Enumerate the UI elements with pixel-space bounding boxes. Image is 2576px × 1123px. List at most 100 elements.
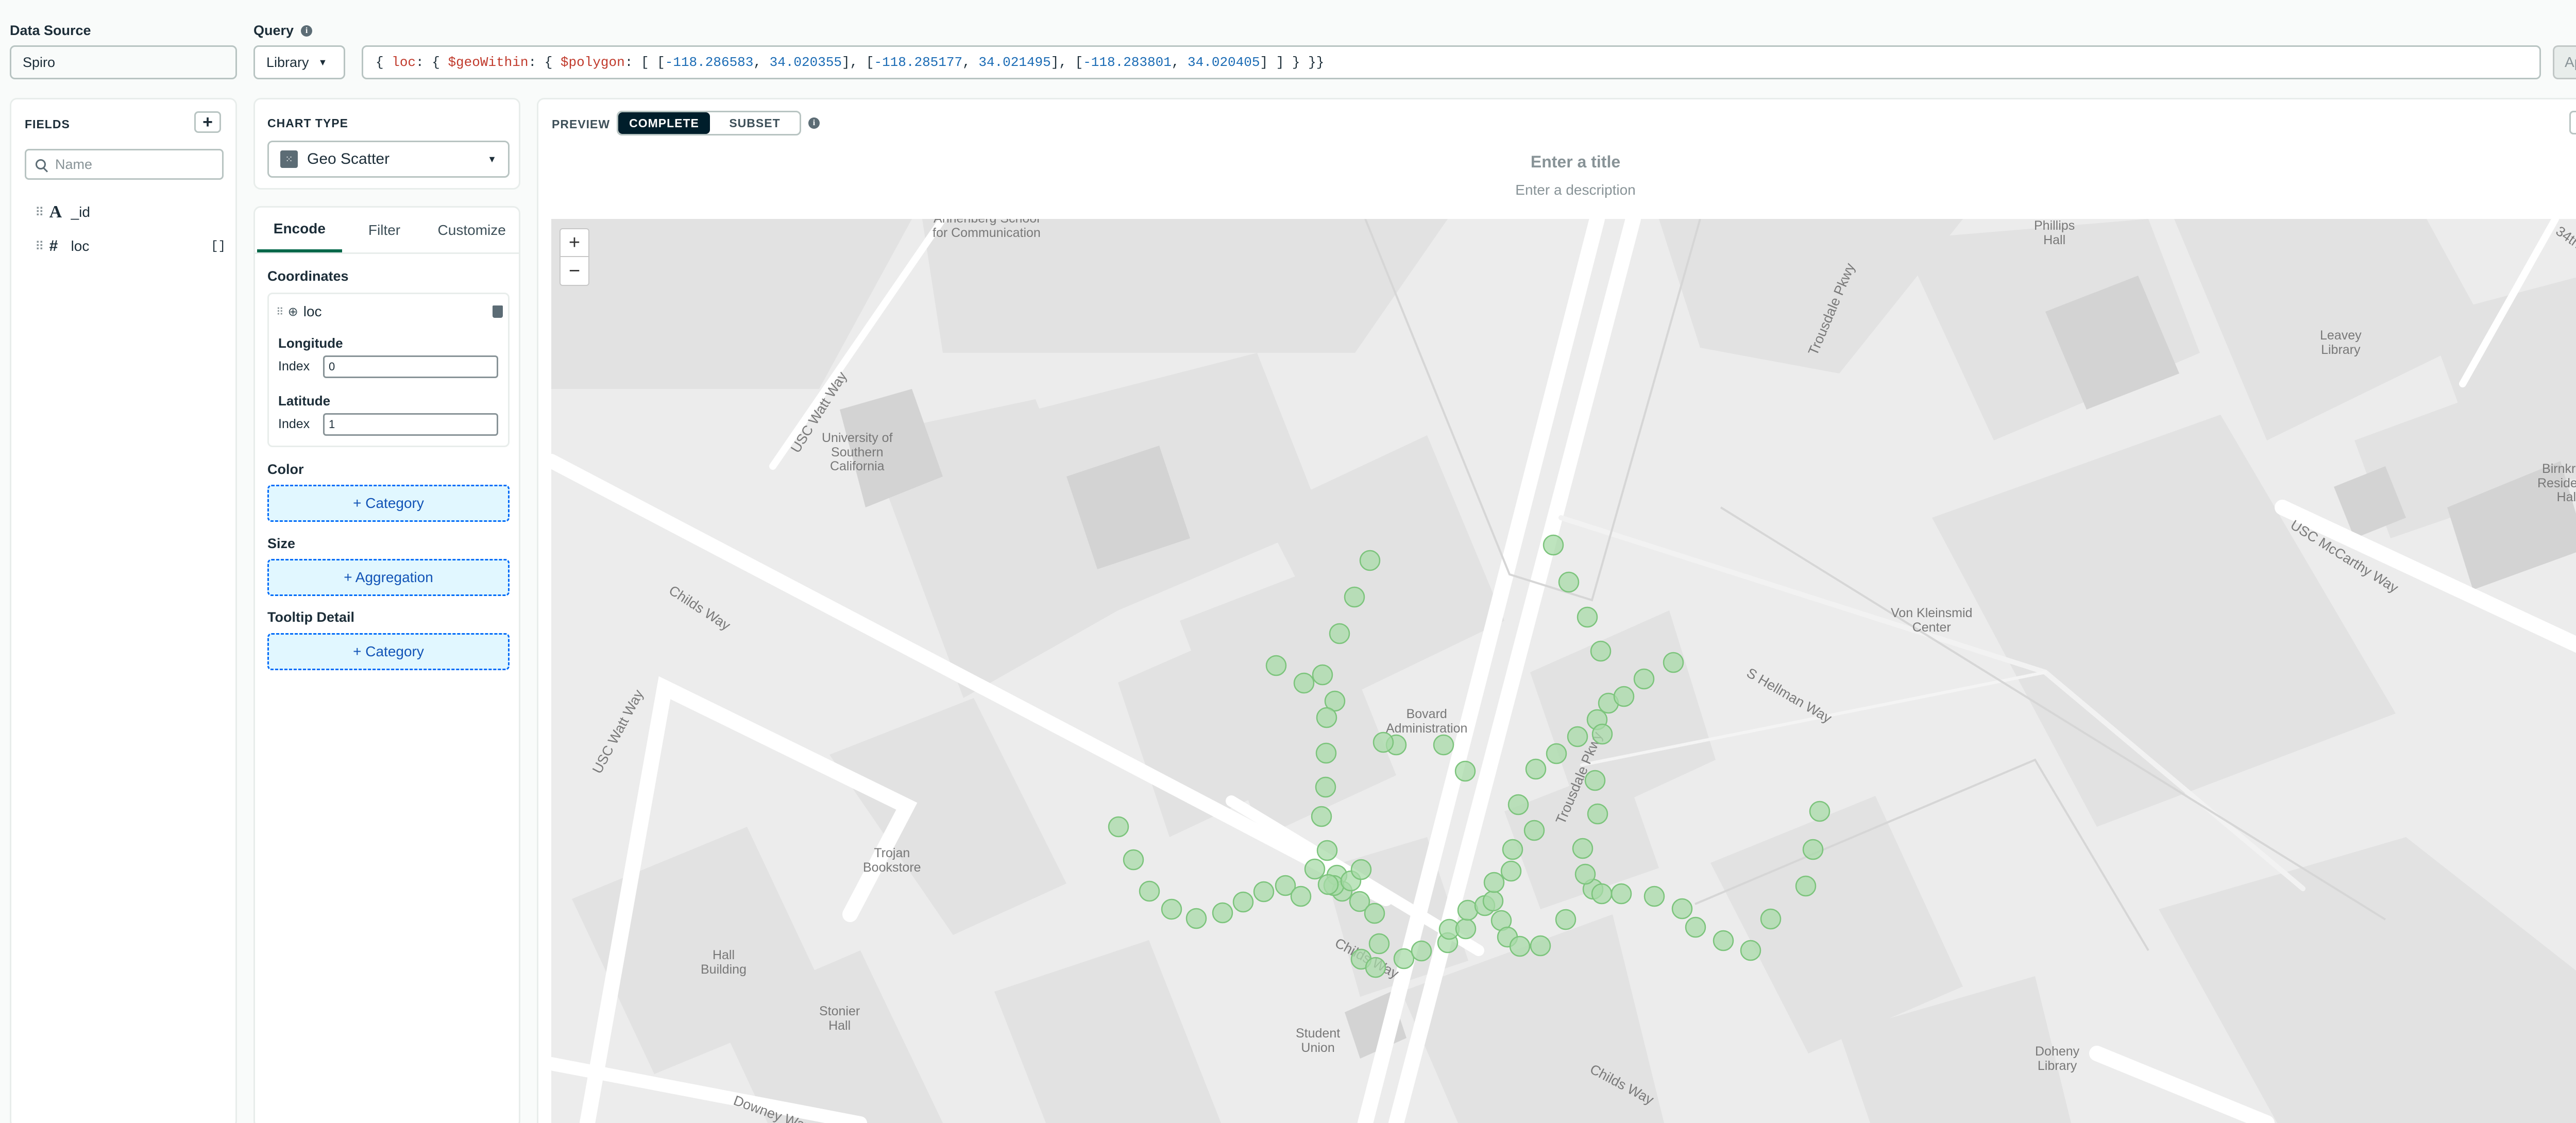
query-brace: { xyxy=(376,55,392,70)
place-label-line: Union xyxy=(1301,1040,1335,1055)
encode-tabs: Encode Filter Customize xyxy=(255,208,519,254)
query-label: Query i xyxy=(253,23,313,39)
library-label: Library xyxy=(266,54,309,70)
info-icon[interactable]: i xyxy=(301,25,313,37)
info-icon[interactable]: i xyxy=(808,117,820,129)
chart-title-input[interactable]: Enter a title xyxy=(538,152,2576,172)
place-label-line: Library xyxy=(2321,342,2361,357)
longitude-index-input[interactable]: 0 xyxy=(323,355,498,378)
chart-description-input[interactable]: Enter a description xyxy=(538,182,2576,198)
data-source-field[interactable]: Spiro xyxy=(10,45,237,79)
chart-type-select[interactable]: ⁙ Geo Scatter ▼ xyxy=(267,141,510,178)
query-number: -118.283801 xyxy=(1083,55,1172,70)
tooltip-label: Tooltip Detail xyxy=(267,609,354,625)
query-number: -118.286583 xyxy=(665,55,754,70)
mode-complete-button[interactable]: COMPLETE xyxy=(618,112,710,134)
color-drop-zone[interactable]: + Category xyxy=(267,485,510,522)
place-label: Von Kleinsmid Center xyxy=(1891,606,1972,635)
array-icon: [] xyxy=(211,239,226,253)
plus-icon: + xyxy=(202,112,213,132)
query-number: -118.285177 xyxy=(874,55,963,70)
query-end: ] ] } }} xyxy=(1260,55,1325,70)
place-label-line: Birnkrant xyxy=(2542,462,2576,476)
place-label-line: University of xyxy=(822,431,893,445)
drag-handle-icon[interactable]: ⠿ xyxy=(276,305,284,318)
mode-subset-button[interactable]: SUBSET xyxy=(710,112,800,134)
zoom-out-button[interactable]: − xyxy=(561,257,588,285)
latitude-label: Latitude xyxy=(278,393,331,409)
library-dropdown[interactable]: Library ▼ xyxy=(253,45,345,79)
field-item-id[interactable]: ⠿ A _id xyxy=(35,202,226,222)
coordinate-field-name: loc xyxy=(303,303,322,319)
place-label: Stonier Hall xyxy=(819,1004,860,1033)
query-field: loc xyxy=(392,55,416,70)
query-number: 34.020355 xyxy=(769,55,842,70)
place-label-line: Trojan xyxy=(874,846,910,860)
coordinate-field-row[interactable]: ⠿ ⊕ loc xyxy=(276,303,503,320)
fields-panel: FIELDS + Name ⠿ A _id ⠿ # loc [] xyxy=(10,98,237,1123)
drag-handle-icon[interactable]: ⠿ xyxy=(35,205,44,220)
geo-scatter-map[interactable]: + − Annenberg Schoolfor Communication Ph… xyxy=(551,219,2576,1123)
chart-type-selected: Geo Scatter xyxy=(307,150,390,167)
place-label-line: Hall xyxy=(2556,490,2576,504)
string-type-icon: A xyxy=(49,202,62,222)
fields-title: FIELDS xyxy=(25,117,70,131)
place-label-line: Building xyxy=(701,962,747,977)
query-number: 34.020405 xyxy=(1188,55,1260,70)
tab-customize[interactable]: Customize xyxy=(427,208,517,252)
data-source-label: Data Source xyxy=(10,23,91,38)
chart-type-title: CHART TYPE xyxy=(267,116,348,130)
place-label-line: Southern xyxy=(831,445,884,460)
place-label-line: Hall xyxy=(828,1018,851,1033)
longitude-index-value: 0 xyxy=(329,360,335,373)
field-item-loc[interactable]: ⠿ # loc [] xyxy=(35,237,226,255)
add-field-button[interactable]: + xyxy=(194,111,221,133)
place-label-line: Hall xyxy=(2043,232,2066,247)
place-label-line: Von Kleinsmid xyxy=(1891,606,1973,620)
place-label-line: Bookstore xyxy=(863,860,921,875)
size-label: Size xyxy=(267,536,296,551)
color-label: Color xyxy=(267,462,304,477)
place-label-line: Annenberg School xyxy=(933,219,1041,226)
query-sep: : { xyxy=(528,55,561,70)
tab-encode[interactable]: Encode xyxy=(257,208,342,252)
place-label-line: Phillips xyxy=(2034,219,2075,233)
caret-down-icon: ▼ xyxy=(487,154,497,164)
drag-handle-icon[interactable]: ⠿ xyxy=(35,239,44,254)
more-options-button[interactable]: ··· xyxy=(2569,111,2576,134)
size-drop-zone[interactable]: + Aggregation xyxy=(267,559,510,596)
place-label-line: Doheny xyxy=(2035,1044,2080,1059)
place-label-line: Center xyxy=(1912,620,1951,635)
field-name: _id xyxy=(71,204,90,220)
place-label: BirnkrantResidenceHall xyxy=(2537,462,2576,505)
query-sep: , xyxy=(962,55,979,70)
query-sep: : [ [ xyxy=(624,55,665,70)
preview-label: PREVIEW xyxy=(552,117,611,131)
apply-button[interactable]: Apply xyxy=(2553,45,2576,79)
longitude-label: Longitude xyxy=(278,335,343,351)
zoom-in-button[interactable]: + xyxy=(561,229,588,257)
preview-mode-toggle: COMPLETE SUBSET xyxy=(617,111,801,135)
chart-type-panel: CHART TYPE ⁙ Geo Scatter ▼ xyxy=(253,98,520,190)
trash-icon[interactable] xyxy=(493,305,503,318)
place-label-line: Bovard xyxy=(1406,707,1447,721)
query-sep: , xyxy=(1171,55,1188,70)
chevron-down-icon: ▼ xyxy=(318,57,328,67)
coordinates-label: Coordinates xyxy=(267,268,349,284)
place-label: University of Southern California xyxy=(822,431,893,474)
latitude-index-input[interactable]: 1 xyxy=(323,413,498,436)
query-input[interactable]: { loc: { $geoWithin: { $polygon: [ [-118… xyxy=(362,45,2541,79)
query-sep: : { xyxy=(416,55,448,70)
query-sep: ], [ xyxy=(1050,55,1083,70)
query-operator: $geoWithin xyxy=(448,55,529,70)
field-search-input[interactable]: Name xyxy=(25,149,224,180)
tooltip-drop-zone[interactable]: + Category xyxy=(267,633,510,670)
query-sep: , xyxy=(753,55,770,70)
number-type-icon: # xyxy=(49,237,58,254)
query-sep: ], [ xyxy=(842,55,874,70)
place-label: Phillips Hall xyxy=(2034,219,2075,247)
place-label: Annenberg Schoolfor Communication xyxy=(933,219,1041,240)
query-label-text: Query xyxy=(253,23,294,38)
place-label-line: Student xyxy=(1296,1026,1341,1041)
tab-filter[interactable]: Filter xyxy=(342,208,427,252)
